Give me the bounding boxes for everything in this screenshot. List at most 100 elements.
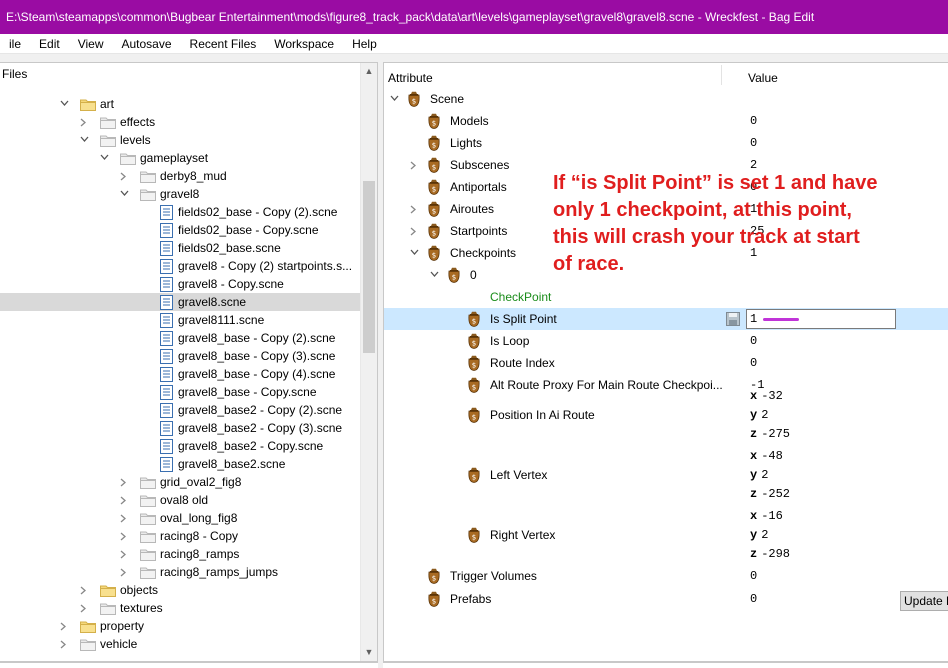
file-item[interactable]: gravel8 - Copy (2) startpoints.s... [0, 257, 360, 275]
chevron-right-icon[interactable] [118, 167, 130, 185]
property-value: 0 [750, 569, 758, 583]
property-row[interactable]: $ Prefabs 0 [384, 588, 948, 610]
chevron-down-icon[interactable] [408, 244, 420, 262]
chevron-right-icon[interactable] [118, 491, 130, 509]
folder-item[interactable]: objects [0, 581, 360, 599]
vector-z-value: z -275 [750, 425, 790, 443]
folder-item[interactable]: derby8_mud [0, 167, 360, 185]
tree-item-label: gravel8_base2 - Copy.scne [178, 439, 324, 453]
chevron-down-icon[interactable] [58, 95, 70, 113]
menu-view[interactable]: View [69, 34, 113, 54]
axis-value: -275 [761, 427, 791, 441]
property-row[interactable]: $ Is Split Point 1 [384, 308, 948, 330]
bag-icon: $ [427, 591, 441, 607]
chevron-right-icon[interactable] [118, 563, 130, 581]
property-row[interactable]: CheckPoint [384, 286, 948, 308]
file-item[interactable]: fields02_base - Copy (2).scne [0, 203, 360, 221]
vector-property-row[interactable]: $ Position In Ai Route x -32 y 2 z -275 [384, 385, 948, 445]
file-item[interactable]: gravel8 - Copy.scne [0, 275, 360, 293]
file-item[interactable]: gravel8_base - Copy (3).scne [0, 347, 360, 365]
menu-recent-files[interactable]: Recent Files [181, 34, 266, 54]
folder-item[interactable]: racing8_ramps [0, 545, 360, 563]
menu-help[interactable]: Help [343, 34, 386, 54]
property-row[interactable]: $ Route Index 0 [384, 352, 948, 374]
property-name: Left Vertex [490, 468, 548, 482]
chevron-down-icon[interactable] [78, 131, 90, 149]
menu-edit[interactable]: Edit [30, 34, 69, 54]
value-input[interactable]: 1 [746, 309, 896, 329]
chevron-right-icon[interactable] [118, 509, 130, 527]
axis-label: y [750, 408, 758, 422]
scene-file-icon [160, 366, 173, 382]
folder-item[interactable]: grid_oval2_fig8 [0, 473, 360, 491]
folder-item[interactable]: property [0, 617, 360, 635]
property-row[interactable]: $ Is Loop 0 [384, 330, 948, 352]
update-button[interactable]: Update R [900, 591, 948, 611]
chevron-right-icon[interactable] [408, 156, 420, 174]
folder-item[interactable]: effects [0, 113, 360, 131]
chevron-down-icon[interactable] [98, 149, 110, 167]
property-name: Checkpoints [450, 246, 517, 260]
scroll-down-arrow-icon[interactable]: ▼ [361, 644, 377, 661]
value-column-header[interactable]: Value [744, 63, 778, 85]
folder-icon [140, 512, 156, 525]
chevron-right-icon[interactable] [58, 617, 70, 635]
attribute-column-header[interactable]: Attribute [384, 63, 433, 85]
file-item[interactable]: gravel8_base2 - Copy (3).scne [0, 419, 360, 437]
file-item[interactable]: gravel8_base2 - Copy.scne [0, 437, 360, 455]
file-item[interactable]: gravel8111.scne [0, 311, 360, 329]
save-icon[interactable] [726, 312, 740, 326]
folder-item[interactable]: art [0, 95, 360, 113]
axis-value: -16 [761, 509, 783, 523]
file-item[interactable]: gravel8_base2 - Copy (2).scne [0, 401, 360, 419]
vector-x-value: x -16 [750, 507, 783, 525]
files-scrollbar[interactable]: ▲ ▼ [360, 63, 377, 661]
chevron-down-icon[interactable] [428, 266, 440, 284]
chevron-right-icon[interactable] [78, 599, 90, 617]
column-divider[interactable] [721, 65, 722, 85]
chevron-down-icon[interactable] [388, 90, 400, 108]
chevron-right-icon[interactable] [58, 635, 70, 653]
menu-workspace[interactable]: Workspace [265, 34, 343, 54]
folder-item[interactable]: racing8 - Copy [0, 527, 360, 545]
folder-item[interactable]: textures [0, 599, 360, 617]
folder-item[interactable]: gravel8 [0, 185, 360, 203]
svg-text:$: $ [472, 474, 476, 482]
scene-file-icon [160, 330, 173, 346]
file-item[interactable]: gravel8.scne [0, 293, 360, 311]
file-item[interactable]: gravel8_base2.scne [0, 455, 360, 473]
chevron-right-icon[interactable] [408, 222, 420, 240]
chevron-right-icon[interactable] [118, 473, 130, 491]
folder-item[interactable]: oval_long_fig8 [0, 509, 360, 527]
property-row[interactable]: $ Trigger Volumes 0 [384, 565, 948, 587]
file-item[interactable]: gravel8_base - Copy (2).scne [0, 329, 360, 347]
chevron-right-icon[interactable] [78, 113, 90, 131]
folder-item[interactable]: vehicle [0, 635, 360, 653]
folder-item[interactable]: gameplayset [0, 149, 360, 167]
folder-item[interactable]: levels [0, 131, 360, 149]
file-item[interactable]: gravel8_base - Copy (4).scne [0, 365, 360, 383]
chevron-right-icon[interactable] [118, 545, 130, 563]
file-item[interactable]: fields02_base - Copy.scne [0, 221, 360, 239]
svg-text:$: $ [472, 414, 476, 422]
folder-item[interactable]: racing8_ramps_jumps [0, 563, 360, 581]
menu-ile[interactable]: ile [0, 34, 30, 54]
scrollbar-thumb[interactable] [363, 181, 375, 353]
vector-property-row[interactable]: $ Left Vertex x -48 y 2 z -252 [384, 445, 948, 505]
file-item[interactable]: fields02_base.scne [0, 239, 360, 257]
scroll-up-arrow-icon[interactable]: ▲ [361, 63, 377, 80]
folder-item[interactable]: oval8 old [0, 491, 360, 509]
file-item[interactable]: gravel8_base - Copy.scne [0, 383, 360, 401]
property-row[interactable]: $ Lights 0 [384, 132, 948, 154]
vector-property-row[interactable]: $ Right Vertex x -16 y 2 z -298 [384, 505, 948, 565]
chevron-right-icon[interactable] [78, 581, 90, 599]
chevron-right-icon[interactable] [118, 527, 130, 545]
chevron-right-icon[interactable] [408, 200, 420, 218]
menu-autosave[interactable]: Autosave [113, 34, 181, 54]
svg-text:$: $ [452, 274, 456, 282]
property-row[interactable]: $ Scene [384, 88, 948, 110]
property-name: Right Vertex [490, 528, 556, 542]
chevron-down-icon[interactable] [118, 185, 130, 203]
property-row[interactable]: $ Models 0 [384, 110, 948, 132]
vector-z-value: z -252 [750, 485, 790, 503]
